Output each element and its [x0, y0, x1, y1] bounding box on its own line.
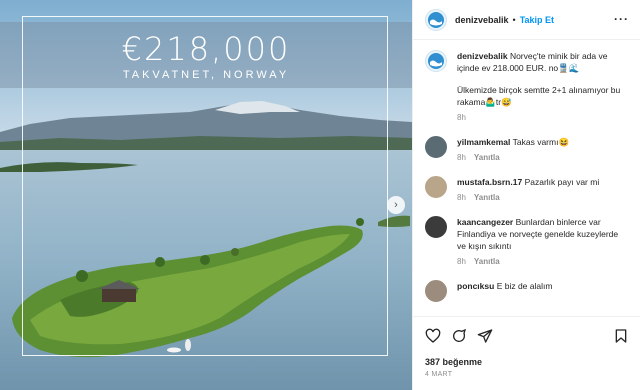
caption-body: denizvebalik Norveç'te minik bir ada ve …: [457, 50, 629, 124]
separator-dot: •: [512, 14, 516, 25]
reply-button[interactable]: Yanıtla: [474, 193, 500, 202]
post-header: denizvebalik • Takip Et ···: [413, 0, 640, 40]
avatar[interactable]: [425, 216, 447, 238]
avatar[interactable]: [425, 50, 447, 72]
avatar[interactable]: [425, 280, 447, 302]
brand-logo-icon: [428, 53, 444, 69]
comment-time: 8h: [457, 257, 466, 266]
comment-username[interactable]: poncıksu: [457, 281, 494, 291]
comment-username[interactable]: mustafa.bsrn.17: [457, 177, 522, 187]
comment-username[interactable]: kaancangezer: [457, 217, 513, 227]
reply-button[interactable]: Yanıtla: [474, 153, 500, 162]
comment-item: kaancangezer Bunlardan binlerce var Finl…: [425, 216, 629, 268]
bookmark-icon[interactable]: [613, 328, 629, 344]
more-icon[interactable]: ···: [614, 12, 629, 26]
location-text: TAKVATNET, NORWAY: [122, 69, 290, 81]
post-side-panel: denizvebalik • Takip Et ··· denizvebalik…: [412, 0, 640, 390]
caption: denizvebalik Norveç'te minik bir ada ve …: [425, 50, 629, 124]
caption-emoji-2: 🤷‍♂️tr😅: [485, 97, 512, 107]
comment-time: 8h: [457, 153, 466, 162]
caption-time: 8h: [457, 113, 466, 122]
share-icon[interactable]: [477, 328, 493, 344]
heart-icon[interactable]: [425, 328, 441, 344]
post-image[interactable]: €218,000 TAKVATNET, NORWAY ›: [0, 0, 412, 390]
avatar[interactable]: [425, 176, 447, 198]
price-text: €218,000: [121, 30, 291, 68]
instagram-post: €218,000 TAKVATNET, NORWAY › denizvebali…: [0, 0, 640, 390]
follow-button[interactable]: Takip Et: [520, 15, 554, 25]
reply-button[interactable]: Yanıtla: [474, 257, 500, 266]
caption-emoji: no🚆🌊: [548, 63, 580, 73]
comments-list: denizvebalik Norveç'te minik bir ada ve …: [413, 40, 640, 316]
header-username[interactable]: denizvebalik: [455, 15, 509, 25]
post-date: 4 MART: [425, 371, 453, 378]
comment-text: Pazarlık payı var mi: [524, 177, 600, 187]
chevron-right-icon[interactable]: ›: [387, 196, 405, 214]
comment-time: 8h: [457, 193, 466, 202]
avatar[interactable]: [425, 136, 447, 158]
comment-username[interactable]: yilmamkemal: [457, 137, 510, 147]
comment-item: yilmamkemal Takas varmı😆 8h Yanıtla: [425, 136, 629, 164]
comment-item: mustafa.bsrn.17 Pazarlık payı var mi 8h Y…: [425, 176, 629, 204]
comment-text: E biz de alalım: [496, 281, 553, 291]
post-actions: 387 beğenme 4 MART: [413, 316, 640, 378]
brand-logo-icon: [428, 11, 444, 28]
caption-text-2: Ülkemizde birçok semtte 2+1 alınamıyor b…: [457, 85, 621, 107]
caption-username[interactable]: denizvebalik: [457, 51, 508, 61]
comment-text: Takas varmı😆: [512, 137, 570, 147]
like-count[interactable]: 387 beğenme: [425, 357, 629, 367]
comment-item: poncıksu E biz de alalım: [425, 280, 629, 302]
comment-icon[interactable]: [451, 328, 467, 344]
action-icons: [425, 325, 629, 347]
avatar[interactable]: [425, 8, 447, 31]
